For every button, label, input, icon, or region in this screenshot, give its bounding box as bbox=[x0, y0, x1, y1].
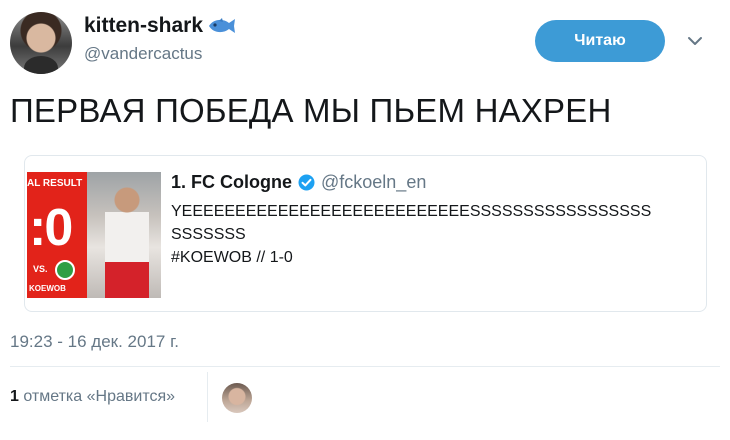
quoted-body-hashtag-line[interactable]: #KOEWOB // 1-0 bbox=[171, 246, 691, 269]
quoted-body-line: SSSSSSS bbox=[171, 226, 246, 243]
verified-badge-icon bbox=[298, 174, 315, 191]
author-avatar[interactable] bbox=[10, 12, 72, 74]
author-display-name[interactable]: kitten-shark bbox=[84, 14, 237, 38]
author-display-name-text[interactable]: kitten-shark bbox=[84, 14, 203, 38]
fish-icon bbox=[207, 17, 237, 35]
likes-separator bbox=[207, 372, 208, 422]
likes-number[interactable]: 1 bbox=[10, 388, 19, 405]
thumbnail-top-text: AL RESULT bbox=[27, 178, 83, 189]
wolfsburg-logo-icon bbox=[55, 260, 75, 280]
tweet-timestamp[interactable]: 19:23 - 16 дек. 2017 г. bbox=[10, 332, 179, 352]
quoted-tweet-header: 1. FC Cologne @fckoeln_en bbox=[171, 172, 426, 193]
quoted-tweet-card[interactable]: AL RESULT :0 VS. KOEWOB 1. FC Cologne @f… bbox=[24, 155, 707, 312]
follow-button[interactable]: Читаю bbox=[535, 20, 665, 62]
likes-label[interactable]: отметка «Нравится» bbox=[23, 388, 175, 405]
author-info: kitten-shark @vandercactus bbox=[84, 14, 237, 64]
quoted-author-name[interactable]: 1. FC Cologne bbox=[171, 172, 292, 193]
quoted-author-handle[interactable]: @fckoeln_en bbox=[321, 172, 426, 193]
tweet-header: kitten-shark @vandercactus Читаю bbox=[10, 12, 720, 76]
thumbnail-vs: VS. bbox=[33, 264, 48, 274]
quoted-body-line: YEEEEEEEEEEEEEEEEEEEEEEEEEEESSSSSSSSSSSS… bbox=[171, 203, 652, 220]
liker-avatar[interactable] bbox=[222, 383, 252, 413]
thumbnail-hashtag: KOEWOB bbox=[29, 284, 66, 293]
chevron-down-icon[interactable] bbox=[686, 32, 704, 50]
likes-count[interactable]: 1 отметка «Нравится» bbox=[10, 388, 175, 406]
quoted-tweet-body: YEEEEEEEEEEEEEEEEEEEEEEEEEEESSSSSSSSSSSS… bbox=[171, 200, 691, 269]
thumbnail-player bbox=[105, 182, 149, 298]
quoted-tweet-thumbnail[interactable]: AL RESULT :0 VS. KOEWOB bbox=[27, 172, 161, 298]
tweet-text: ПЕРВАЯ ПОБЕДА МЫ ПЬЕМ НАХРЕН bbox=[10, 92, 612, 129]
thumbnail-score: :0 bbox=[29, 199, 73, 257]
divider bbox=[10, 366, 720, 367]
author-username[interactable]: @vandercactus bbox=[84, 44, 237, 64]
